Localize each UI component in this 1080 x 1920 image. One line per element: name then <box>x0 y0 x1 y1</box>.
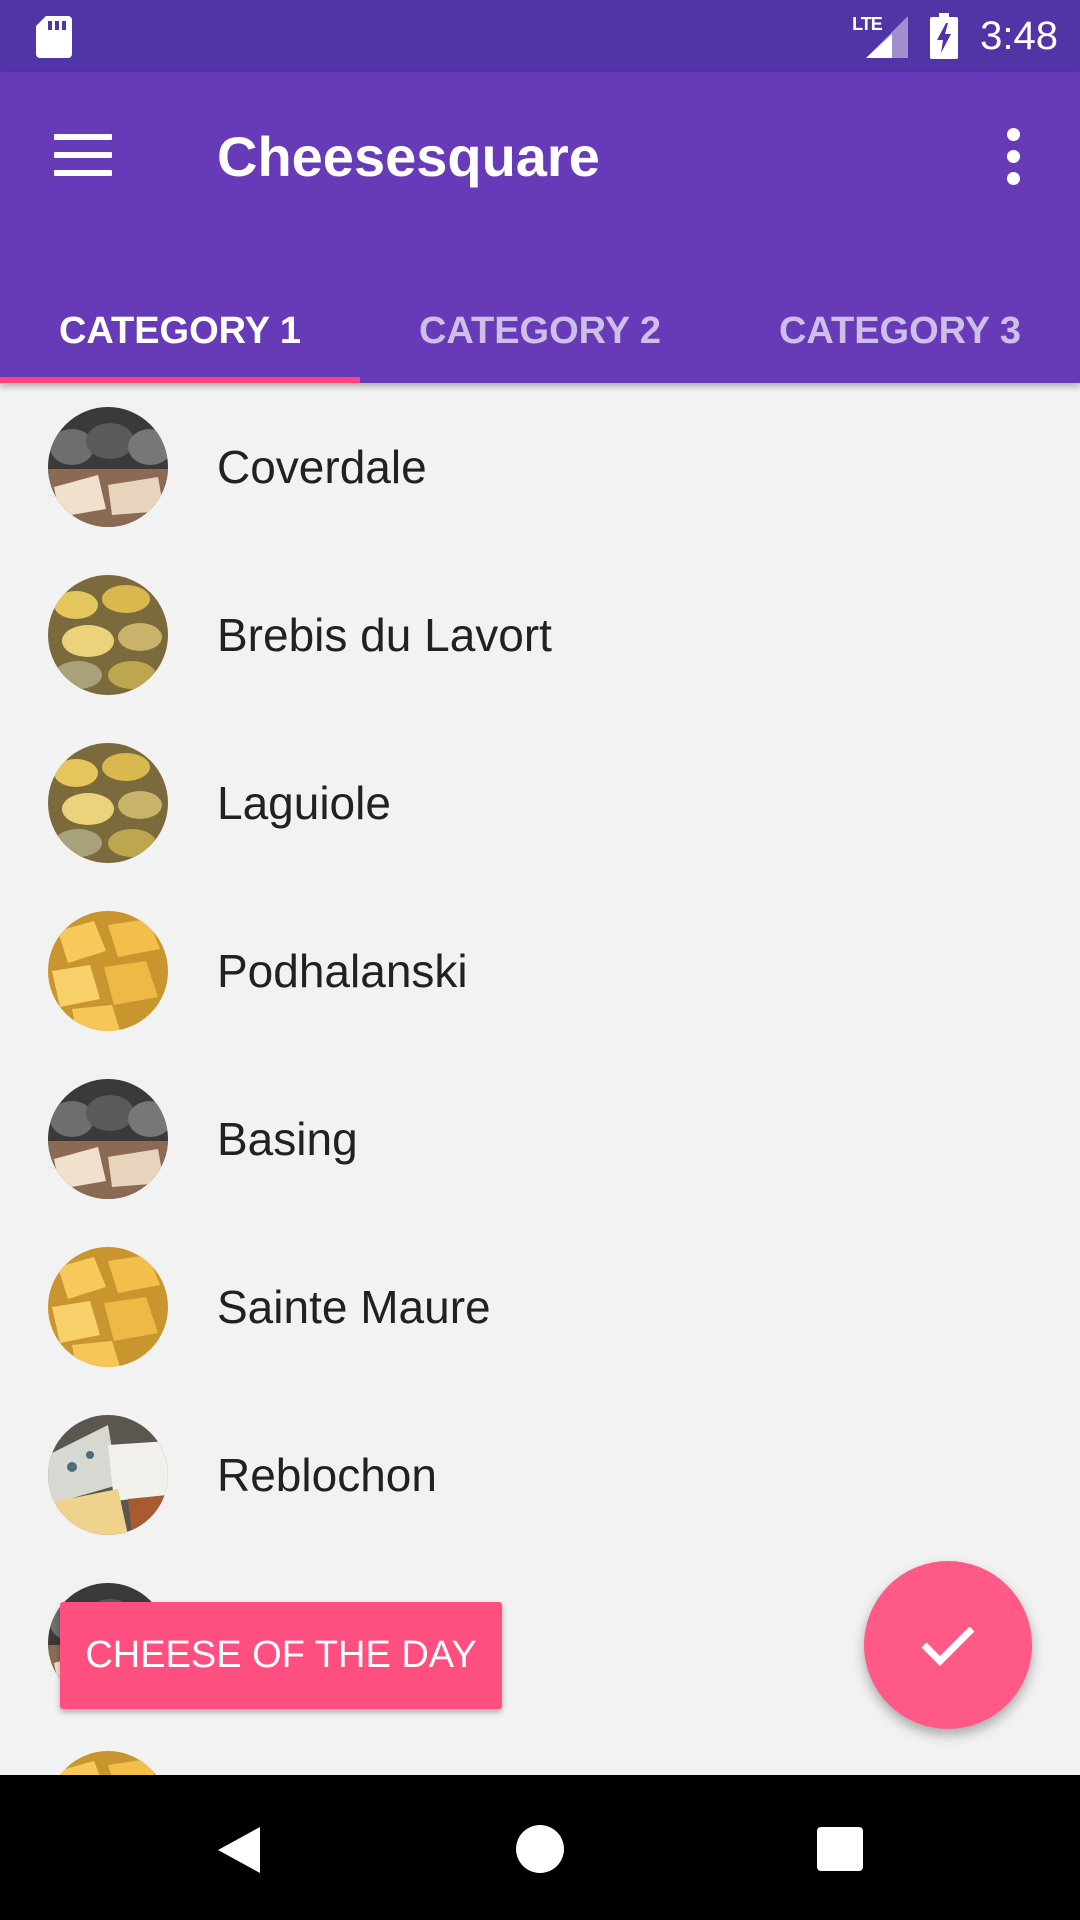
clock: 3:48 <box>980 13 1058 58</box>
overflow-menu-icon[interactable] <box>998 128 1028 185</box>
list-item[interactable]: Podhalanski <box>0 887 1080 1055</box>
cheese-name: Brebis du Lavort <box>217 609 552 661</box>
fab-button[interactable] <box>864 1561 1032 1729</box>
cheese-avatar <box>48 911 168 1031</box>
cheese-name: Sainte Maure <box>217 1281 491 1333</box>
navigation-bar <box>0 1775 1080 1920</box>
lte-signal-icon: LTE <box>852 14 909 58</box>
cheese-name: Coverdale <box>217 441 427 493</box>
tab-category-1[interactable]: CATEGORY 1 <box>0 280 360 383</box>
back-icon[interactable] <box>216 1825 262 1875</box>
sd-card-icon <box>36 16 72 58</box>
cheese-avatar <box>48 575 168 695</box>
list-item[interactable] <box>0 1727 1080 1775</box>
cheese-avatar <box>48 407 168 527</box>
cheese-of-the-day-button[interactable]: CHEESE OF THE DAY <box>60 1602 502 1709</box>
cheese-name: Reblochon <box>217 1449 437 1501</box>
app-bar: Cheesesquare CATEGORY 1 CATEGORY 2 CATEG… <box>0 72 1080 383</box>
list-item[interactable]: Sainte Maure <box>0 1223 1080 1391</box>
tab-category-2[interactable]: CATEGORY 2 <box>360 280 720 383</box>
list-item[interactable]: Basing <box>0 1055 1080 1223</box>
home-icon[interactable] <box>516 1825 564 1873</box>
cheese-avatar <box>48 1247 168 1367</box>
cheese-avatar <box>48 1079 168 1199</box>
status-bar: LTE 3:48 <box>0 0 1080 72</box>
app-title: Cheesesquare <box>217 125 600 188</box>
check-icon <box>921 1626 975 1666</box>
tab-bar: CATEGORY 1 CATEGORY 2 CATEGORY 3 <box>0 280 1080 383</box>
battery-charging-icon <box>930 13 959 59</box>
cheese-avatar <box>48 743 168 863</box>
tab-category-3[interactable]: CATEGORY 3 <box>720 280 1080 383</box>
cheese-name: Podhalanski <box>217 945 468 997</box>
cheese-name: Basing <box>217 1113 358 1165</box>
cheese-name: Laguiole <box>217 777 391 829</box>
list-item[interactable]: Brebis du Lavort <box>0 551 1080 719</box>
menu-icon[interactable] <box>54 134 112 176</box>
recents-icon[interactable] <box>817 1827 863 1871</box>
list-item[interactable]: Laguiole <box>0 719 1080 887</box>
list-item[interactable]: Reblochon <box>0 1391 1080 1559</box>
cheese-avatar <box>48 1751 168 1775</box>
cheese-avatar <box>48 1415 168 1535</box>
list-item[interactable]: Coverdale <box>0 383 1080 551</box>
